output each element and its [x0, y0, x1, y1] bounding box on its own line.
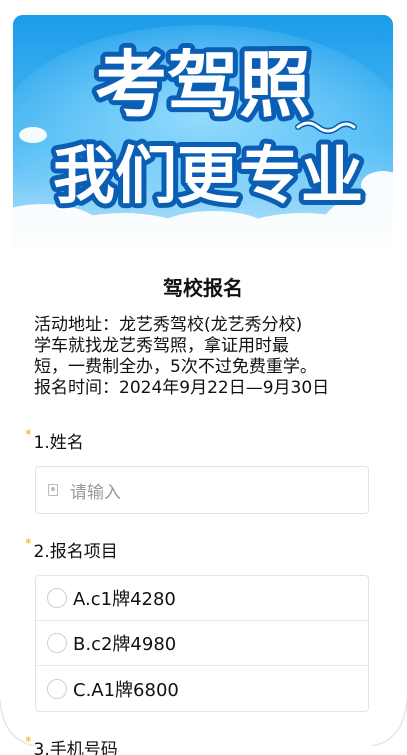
question-name-label: * 1.姓名	[25, 428, 84, 453]
radio-button[interactable]	[47, 588, 67, 608]
option-a[interactable]: A.c1牌4280	[36, 576, 368, 621]
name-input-placeholder: 请输入	[70, 482, 121, 503]
form-card: 考驾照 考驾照 我们更专业 我们更专业 驾校报名 活动地址：龙艺秀驾校(龙艺秀分…	[13, 15, 393, 755]
description-line: 学车就找龙艺秀驾照，拿证用时最	[34, 336, 289, 356]
option-label: B.c2牌4980	[73, 634, 177, 655]
required-mark: *	[25, 537, 32, 552]
question-project-text: 2.报名项目	[33, 542, 118, 562]
radio-button[interactable]	[47, 633, 67, 653]
radio-button[interactable]	[47, 678, 67, 699]
description-line: 报名时间：2024年9月22日—9月30日	[34, 378, 330, 398]
question-project-label: * 2.报名项目	[25, 537, 118, 562]
required-mark: *	[25, 428, 32, 443]
banner-line1: 考驾照	[95, 43, 311, 127]
banner-image: 考驾照 考驾照 我们更专业 我们更专业	[13, 15, 393, 247]
user-card-icon	[48, 484, 58, 496]
option-label: A.c1牌4280	[73, 589, 176, 610]
description-line: 活动地址：龙艺秀驾校(龙艺秀分校)	[34, 315, 303, 335]
option-label: C.A1牌6800	[73, 679, 179, 701]
banner-line2: 我们更专业	[53, 139, 363, 212]
form-title: 驾校报名	[163, 276, 243, 300]
form-description: 活动地址：龙艺秀驾校(龙艺秀分校) 学车就找龙艺秀驾照，拿证用时最 短，一费制全…	[34, 315, 379, 399]
page-corner-curve	[0, 700, 407, 746]
option-b[interactable]: B.c2牌4980	[36, 621, 368, 666]
description-line: 短，一费制全办，5次不过免费重学。	[34, 357, 317, 377]
question-name-text: 1.姓名	[33, 433, 84, 453]
name-input[interactable]: 请输入	[35, 466, 369, 514]
project-options: A.c1牌4280 B.c2牌4980 C.A1牌6800	[35, 575, 369, 712]
